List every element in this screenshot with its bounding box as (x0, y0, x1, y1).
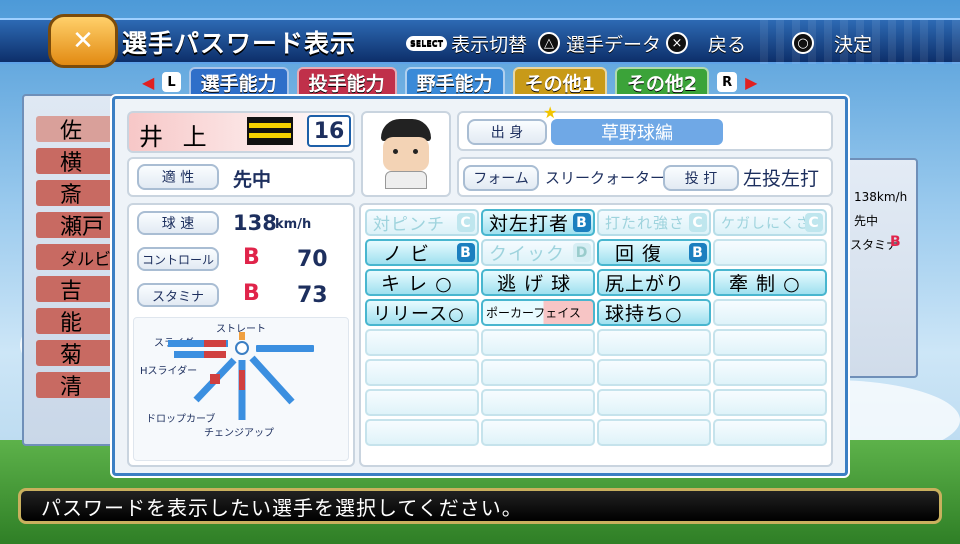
player-data-label: 選手データ (566, 33, 662, 56)
skill-slot-empty (481, 389, 595, 416)
left-arrow-icon[interactable]: ◀ (142, 73, 154, 92)
skill-item: ノ ビB (365, 239, 479, 266)
player-name: 井 上 (139, 123, 213, 151)
skill-slot-empty (713, 359, 827, 386)
stamina-value: 73 (297, 283, 328, 308)
bat-ball-icon: ✕ (48, 14, 118, 68)
skill-slot-empty (597, 419, 711, 446)
skill-slot-empty (365, 389, 479, 416)
pitch-arrows-graphic (168, 332, 314, 420)
skill-item: ポーカーフェイス (481, 299, 595, 326)
skill-slot-empty (713, 329, 827, 356)
skill-slot-empty (713, 299, 827, 326)
player-avatar-box (361, 111, 451, 197)
skill-slot-empty (597, 329, 711, 356)
tab-player-ability[interactable]: 選手能力 (188, 67, 289, 97)
skill-item: リリース○ (365, 299, 479, 326)
skill-item: 逃 げ 球 (481, 269, 595, 296)
origin-value: 草野球編 (551, 119, 723, 145)
origin-box: 出 身 ★ 草野球編 (457, 103, 833, 151)
avatar (377, 119, 435, 189)
bat-throw-value: 左投左打 (743, 168, 820, 190)
preview-speed: 138km/h (854, 190, 908, 204)
page-title: 選手パスワード表示 (122, 29, 357, 58)
back-label: 戻る (708, 33, 747, 56)
cross-key-icon: × (666, 32, 688, 54)
tab-bar: ◀ L 選手能力 投手能力 野手能力 その他1 その他2 R ▶ (142, 67, 757, 97)
message-bar: パスワードを表示したい選手を選択してください。 (18, 488, 942, 524)
skill-item: 対ピンチ C (365, 209, 479, 236)
skill-slot-empty (481, 359, 595, 386)
skill-item: キ レ ○ (365, 269, 479, 296)
form-label: フォーム (463, 165, 539, 191)
stamina-label: スタミナ (137, 283, 219, 307)
confirm-label: 決定 (834, 33, 873, 56)
team-logo-icon (247, 117, 293, 145)
speed-label: 球 速 (137, 211, 219, 235)
skill-item: 対左打者 B (481, 209, 595, 236)
skill-item: 球持ち○ (597, 299, 711, 326)
speed-value: 138 (233, 211, 277, 235)
form-box: フォーム スリークォーター3 投 打 左投左打 (457, 157, 833, 197)
origin-label: 出 身 (467, 119, 547, 145)
pitch-chart: ストレート スライダー Hスライダー ドロップカーブ チェンジアップ (133, 317, 349, 461)
skill-slot-empty (481, 419, 595, 446)
preview-stamina-grade: B (890, 234, 901, 250)
l-key-icon: L (162, 72, 181, 92)
tab-other-2[interactable]: その他2 (614, 67, 710, 97)
tab-other-1[interactable]: その他1 (512, 67, 607, 97)
form-value: スリークォーター3 (545, 169, 675, 187)
stamina-grade: B (243, 281, 260, 306)
toggle-view-label: 表示切替 (451, 33, 528, 56)
select-key-icon: SELECT (406, 35, 448, 51)
back-button[interactable]: × 戻る (666, 28, 746, 58)
skill-slot-empty (365, 419, 479, 446)
skill-item: 尻上がり (597, 269, 711, 296)
uniform-number: 16 (307, 115, 351, 147)
tab-pitcher-ability[interactable]: 投手能力 (296, 67, 397, 97)
right-arrow-icon[interactable]: ▶ (745, 73, 757, 92)
skill-slot-empty (365, 329, 479, 356)
preview-position: 先中 (854, 214, 879, 228)
skill-slot-empty (365, 359, 479, 386)
skill-slot-empty (597, 389, 711, 416)
bat-throw-label: 投 打 (663, 165, 739, 191)
skill-item: 回 復B (597, 239, 711, 266)
control-label: コントロール (137, 247, 219, 271)
aptitude-value: 先中 (233, 169, 272, 191)
player-detail-panel: 井 上 16 適 性 先中 出 身 ★ 草野球編 フォーム スリークォーター3 … (112, 96, 848, 476)
triangle-key-icon: △ (538, 32, 560, 54)
skill-item: 打たれ強さ C (597, 209, 711, 236)
speed-unit: km/h (275, 217, 312, 232)
skills-box: 対ピンチ C 対左打者 B 打たれ強さ C ケガしにくさ C ノ ビB クイック D 回 … (359, 203, 833, 467)
toggle-view-button[interactable]: SELECT 表示切替 (406, 28, 527, 58)
skill-slot-empty (597, 359, 711, 386)
circle-key-icon: ○ (792, 32, 814, 54)
control-value: 70 (297, 247, 328, 272)
skill-slot-empty (713, 239, 827, 266)
player-name-box: 井 上 16 (127, 111, 355, 153)
r-key-icon: R (717, 72, 738, 92)
skill-item: 牽 制 ○ (713, 269, 827, 296)
skill-item: クイック D (481, 239, 595, 266)
aptitude-label: 適 性 (137, 164, 219, 190)
skill-slot-empty (713, 419, 827, 446)
player-data-button[interactable]: △ 選手データ (538, 28, 661, 58)
skill-slot-empty (481, 329, 595, 356)
skill-slot-empty (713, 389, 827, 416)
aptitude-box: 適 性 先中 (127, 157, 355, 197)
tab-fielder-ability[interactable]: 野手能力 (404, 67, 505, 97)
control-grade: B (243, 245, 260, 270)
stats-box: 球 速 138 km/h コントロール B 70 スタミナ B 73 ストレート… (127, 203, 355, 467)
message-text: パスワードを表示したい選手を選択してください。 (41, 495, 523, 520)
preview-panel: 138km/h 先中 スタミナ B (838, 158, 918, 378)
skill-item: ケガしにくさ C (713, 209, 827, 236)
confirm-button[interactable]: ○ 決定 (792, 28, 872, 58)
